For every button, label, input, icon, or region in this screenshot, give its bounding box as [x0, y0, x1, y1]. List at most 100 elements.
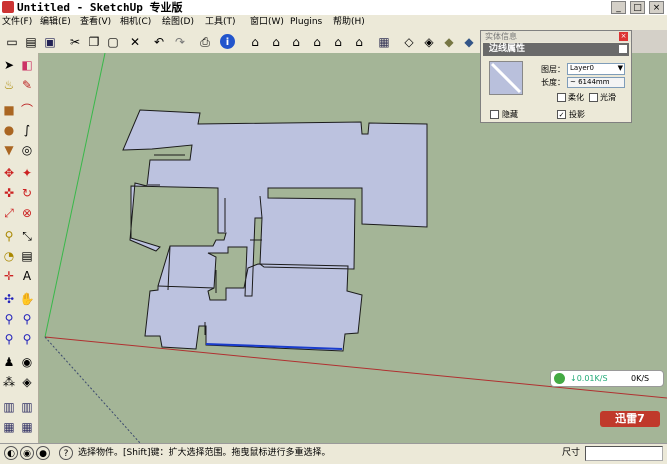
follow-me-icon[interactable]: ✦ [19, 165, 35, 181]
menu-view[interactable]: 查看(V) [80, 16, 111, 29]
pencil-icon[interactable]: ✎ [19, 77, 35, 93]
view-panel-4-icon[interactable]: ▦ [19, 419, 35, 435]
main-toolbar: ▭ ▤ ▣ ✂ ❐ ▢ ✕ ↶ ↷ ⎙ i ⌂ ⌂ ⌂ ⌂ ⌂ ⌂ ▦ ◇ ◈ … [0, 30, 480, 54]
offset-icon[interactable]: ◎ [19, 142, 35, 158]
orbit-icon[interactable]: ✣ [1, 291, 17, 307]
3d-text-icon[interactable]: A [19, 268, 35, 284]
position-camera-icon[interactable]: ♟ [1, 354, 17, 370]
rotate-icon[interactable]: ↻ [19, 185, 35, 201]
shaded-textured-icon[interactable]: ◆ [460, 33, 478, 50]
look-around-icon[interactable]: ◉ [19, 354, 35, 370]
blue-axis-dotted [44, 336, 141, 443]
hidden-checkbox[interactable] [490, 110, 499, 119]
select-arrow-icon[interactable]: ➤ [1, 57, 17, 73]
right-view-icon[interactable]: ⌂ [308, 33, 326, 50]
smooth-label: 光滑 [600, 93, 616, 102]
new-file-icon[interactable]: ▭ [3, 33, 21, 50]
tool-palette: ➤ ◧ ♨ ✎ ■ ⌒ ● ∫ ▼ ◎ ✥ ✦ ✜ ↻ ⤢ ⊗ ⚲ ⤡ ◔ ▤ … [0, 53, 39, 443]
delete-icon[interactable]: ✕ [126, 33, 144, 50]
print-icon[interactable]: ⎙ [196, 33, 214, 50]
walk-icon[interactable]: ⁂ [1, 374, 17, 390]
axes-icon[interactable]: ✛ [1, 268, 17, 284]
text-icon[interactable]: ▤ [19, 248, 35, 264]
hidden-label: 隐藏 [502, 110, 518, 119]
previous-view-icon[interactable]: ⚲ [19, 331, 35, 347]
freehand-icon[interactable]: ∫ [19, 122, 35, 138]
iso-view-icon[interactable]: ⌂ [246, 33, 264, 50]
network-speed-widget[interactable]: ↓0.01K/S 0K/S [550, 370, 664, 387]
left-view-icon[interactable]: ⌂ [350, 33, 368, 50]
help-icon[interactable]: ? [59, 446, 73, 460]
view-panel-1-icon[interactable]: ▥ [1, 399, 17, 415]
tape-measure-icon[interactable]: ⚲ [1, 228, 17, 244]
minimize-button[interactable]: _ [611, 1, 626, 14]
scale-icon[interactable]: ⤢ [1, 205, 17, 221]
measurements-label: 尺寸 [562, 448, 581, 458]
top-view-icon[interactable]: ⌂ [267, 33, 285, 50]
geolocation-icon[interactable]: ◐ [4, 446, 18, 460]
soften-label: 柔化 [568, 93, 584, 102]
entity-info-panel: 实体信息 × 边线属性 图层： Layer0 ▼ 长度： ~ 6144mm 柔化… [480, 30, 632, 123]
soften-checkbox[interactable] [557, 93, 566, 102]
move-icon[interactable]: ✜ [1, 185, 17, 201]
close-button[interactable]: × [649, 1, 664, 14]
zoom-window-icon[interactable]: ⚲ [19, 311, 35, 327]
wireframe-icon[interactable]: ◇ [400, 33, 418, 50]
open-folder-icon[interactable]: ▤ [22, 33, 40, 50]
menu-tools[interactable]: 工具(T) [205, 16, 236, 29]
redo-icon[interactable]: ↷ [171, 33, 189, 50]
user-icon[interactable]: ● [36, 446, 50, 460]
panel-window-title: 实体信息 [481, 31, 631, 42]
protractor-icon[interactable]: ◔ [1, 248, 17, 264]
red-axis [44, 336, 667, 399]
xunlei-floating-badge[interactable]: 迅雷7 [600, 411, 660, 427]
back-view-icon[interactable]: ⌂ [329, 33, 347, 50]
cast-shadow-checkbox[interactable]: ✓ [557, 110, 566, 119]
save-icon[interactable]: ▣ [41, 33, 59, 50]
arc-icon[interactable]: ⌒ [19, 102, 35, 118]
shaded-icon[interactable]: ◆ [440, 33, 458, 50]
window-title: Untitled - SketchUp 专业版 [17, 1, 183, 14]
hidden-line-icon[interactable]: ◈ [420, 33, 438, 50]
menu-draw[interactable]: 绘图(D) [162, 16, 194, 29]
menu-plugins[interactable]: Plugins [290, 16, 322, 29]
upload-speed: 0K/S [631, 374, 650, 383]
menu-help[interactable]: 帮助(H) [333, 16, 365, 29]
push-pull-icon[interactable]: ✥ [1, 165, 17, 181]
section-plane-icon[interactable]: ◈ [19, 374, 35, 390]
rectangle-icon[interactable]: ■ [1, 102, 17, 118]
credits-icon[interactable]: ◉ [20, 446, 34, 460]
length-label: 长度： [541, 78, 565, 87]
edge-material-swatch[interactable] [489, 61, 523, 95]
menu-edit[interactable]: 编辑(E) [40, 16, 71, 29]
menu-camera[interactable]: 相机(C) [120, 16, 151, 29]
panel-close-icon[interactable]: × [619, 32, 628, 41]
cut-icon[interactable]: ✂ [66, 33, 84, 50]
undo-icon[interactable]: ↶ [150, 33, 168, 50]
zoom-icon[interactable]: ⚲ [1, 311, 17, 327]
model-info-icon[interactable]: i [220, 34, 235, 49]
maximize-button[interactable]: □ [630, 1, 645, 14]
paint-bucket-icon[interactable]: ♨ [1, 77, 17, 93]
pan-icon[interactable]: ✋ [19, 291, 35, 307]
xray-icon[interactable]: ▦ [375, 33, 393, 50]
menu-file[interactable]: 文件(F) [2, 16, 32, 29]
zoom-extents-icon[interactable]: ⚲ [1, 331, 17, 347]
copy-icon[interactable]: ❐ [85, 33, 103, 50]
front-view-icon[interactable]: ⌂ [287, 33, 305, 50]
layer-select[interactable]: Layer0 ▼ [567, 63, 625, 75]
intersect-icon[interactable]: ⊗ [19, 205, 35, 221]
eraser-icon[interactable]: ◧ [19, 57, 35, 73]
menu-window[interactable]: 窗口(W) [250, 16, 284, 29]
polygon-icon[interactable]: ▼ [1, 142, 17, 158]
dimension-icon[interactable]: ⤡ [19, 228, 35, 244]
paste-icon[interactable]: ▢ [104, 33, 122, 50]
floor-plan-face[interactable] [122, 109, 428, 352]
view-panel-2-icon[interactable]: ▥ [19, 399, 35, 415]
circle-icon[interactable]: ● [1, 122, 17, 138]
length-field[interactable]: ~ 6144mm [567, 77, 625, 88]
measurements-input[interactable] [585, 446, 663, 461]
view-panel-3-icon[interactable]: ▦ [1, 419, 17, 435]
panel-collapse-icon[interactable] [619, 45, 627, 53]
smooth-checkbox[interactable] [589, 93, 598, 102]
